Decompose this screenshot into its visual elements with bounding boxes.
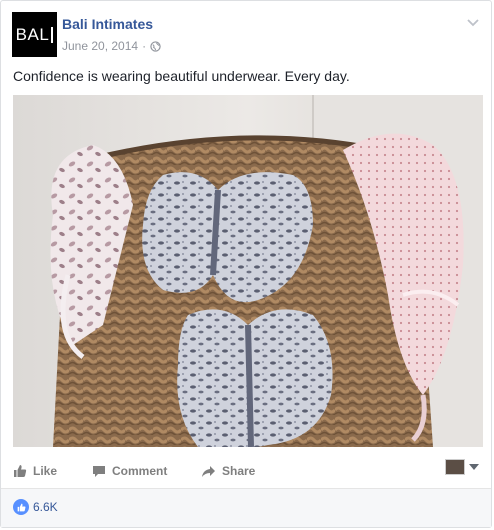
chevron-down-icon[interactable] bbox=[466, 18, 480, 28]
share-label: Share bbox=[222, 464, 256, 478]
post-caption: Confidence is wearing beautiful underwea… bbox=[13, 68, 350, 84]
post-card: BAL Bali Intimates June 20, 2014 · Confi… bbox=[0, 0, 492, 528]
avatar-logo-bar bbox=[51, 26, 54, 43]
post-photo[interactable] bbox=[13, 95, 483, 447]
post-header: BAL Bali Intimates June 20, 2014 · bbox=[12, 12, 480, 60]
comment-label: Comment bbox=[112, 464, 168, 478]
meta-separator: · bbox=[142, 39, 147, 53]
share-audience-selector[interactable] bbox=[445, 459, 479, 475]
share-arrow-icon bbox=[202, 465, 215, 477]
share-button[interactable]: Share bbox=[201, 457, 255, 485]
comment-icon bbox=[93, 465, 105, 477]
globe-icon bbox=[150, 40, 161, 52]
comment-button[interactable]: Comment bbox=[92, 457, 167, 485]
avatar-text: BAL bbox=[15, 24, 50, 44]
profile-thumbnail bbox=[445, 459, 465, 475]
post-footer: 6.6K bbox=[1, 488, 491, 527]
photo-illustration bbox=[13, 95, 483, 447]
like-badge-icon bbox=[13, 499, 29, 515]
like-button[interactable]: Like bbox=[13, 457, 57, 485]
caret-down-icon bbox=[469, 464, 479, 470]
post-date-link[interactable]: June 20, 2014 bbox=[62, 39, 138, 53]
post-meta: June 20, 2014 · bbox=[62, 39, 161, 53]
reactions-summary[interactable]: 6.6K bbox=[13, 499, 58, 515]
page-name-link[interactable]: Bali Intimates bbox=[62, 16, 153, 32]
like-label: Like bbox=[33, 464, 58, 478]
page-avatar[interactable]: BAL bbox=[12, 12, 57, 57]
like-count: 6.6K bbox=[33, 500, 58, 514]
thumbs-up-icon bbox=[14, 465, 27, 477]
post-actions-bar: Like Comment Share bbox=[13, 457, 479, 485]
